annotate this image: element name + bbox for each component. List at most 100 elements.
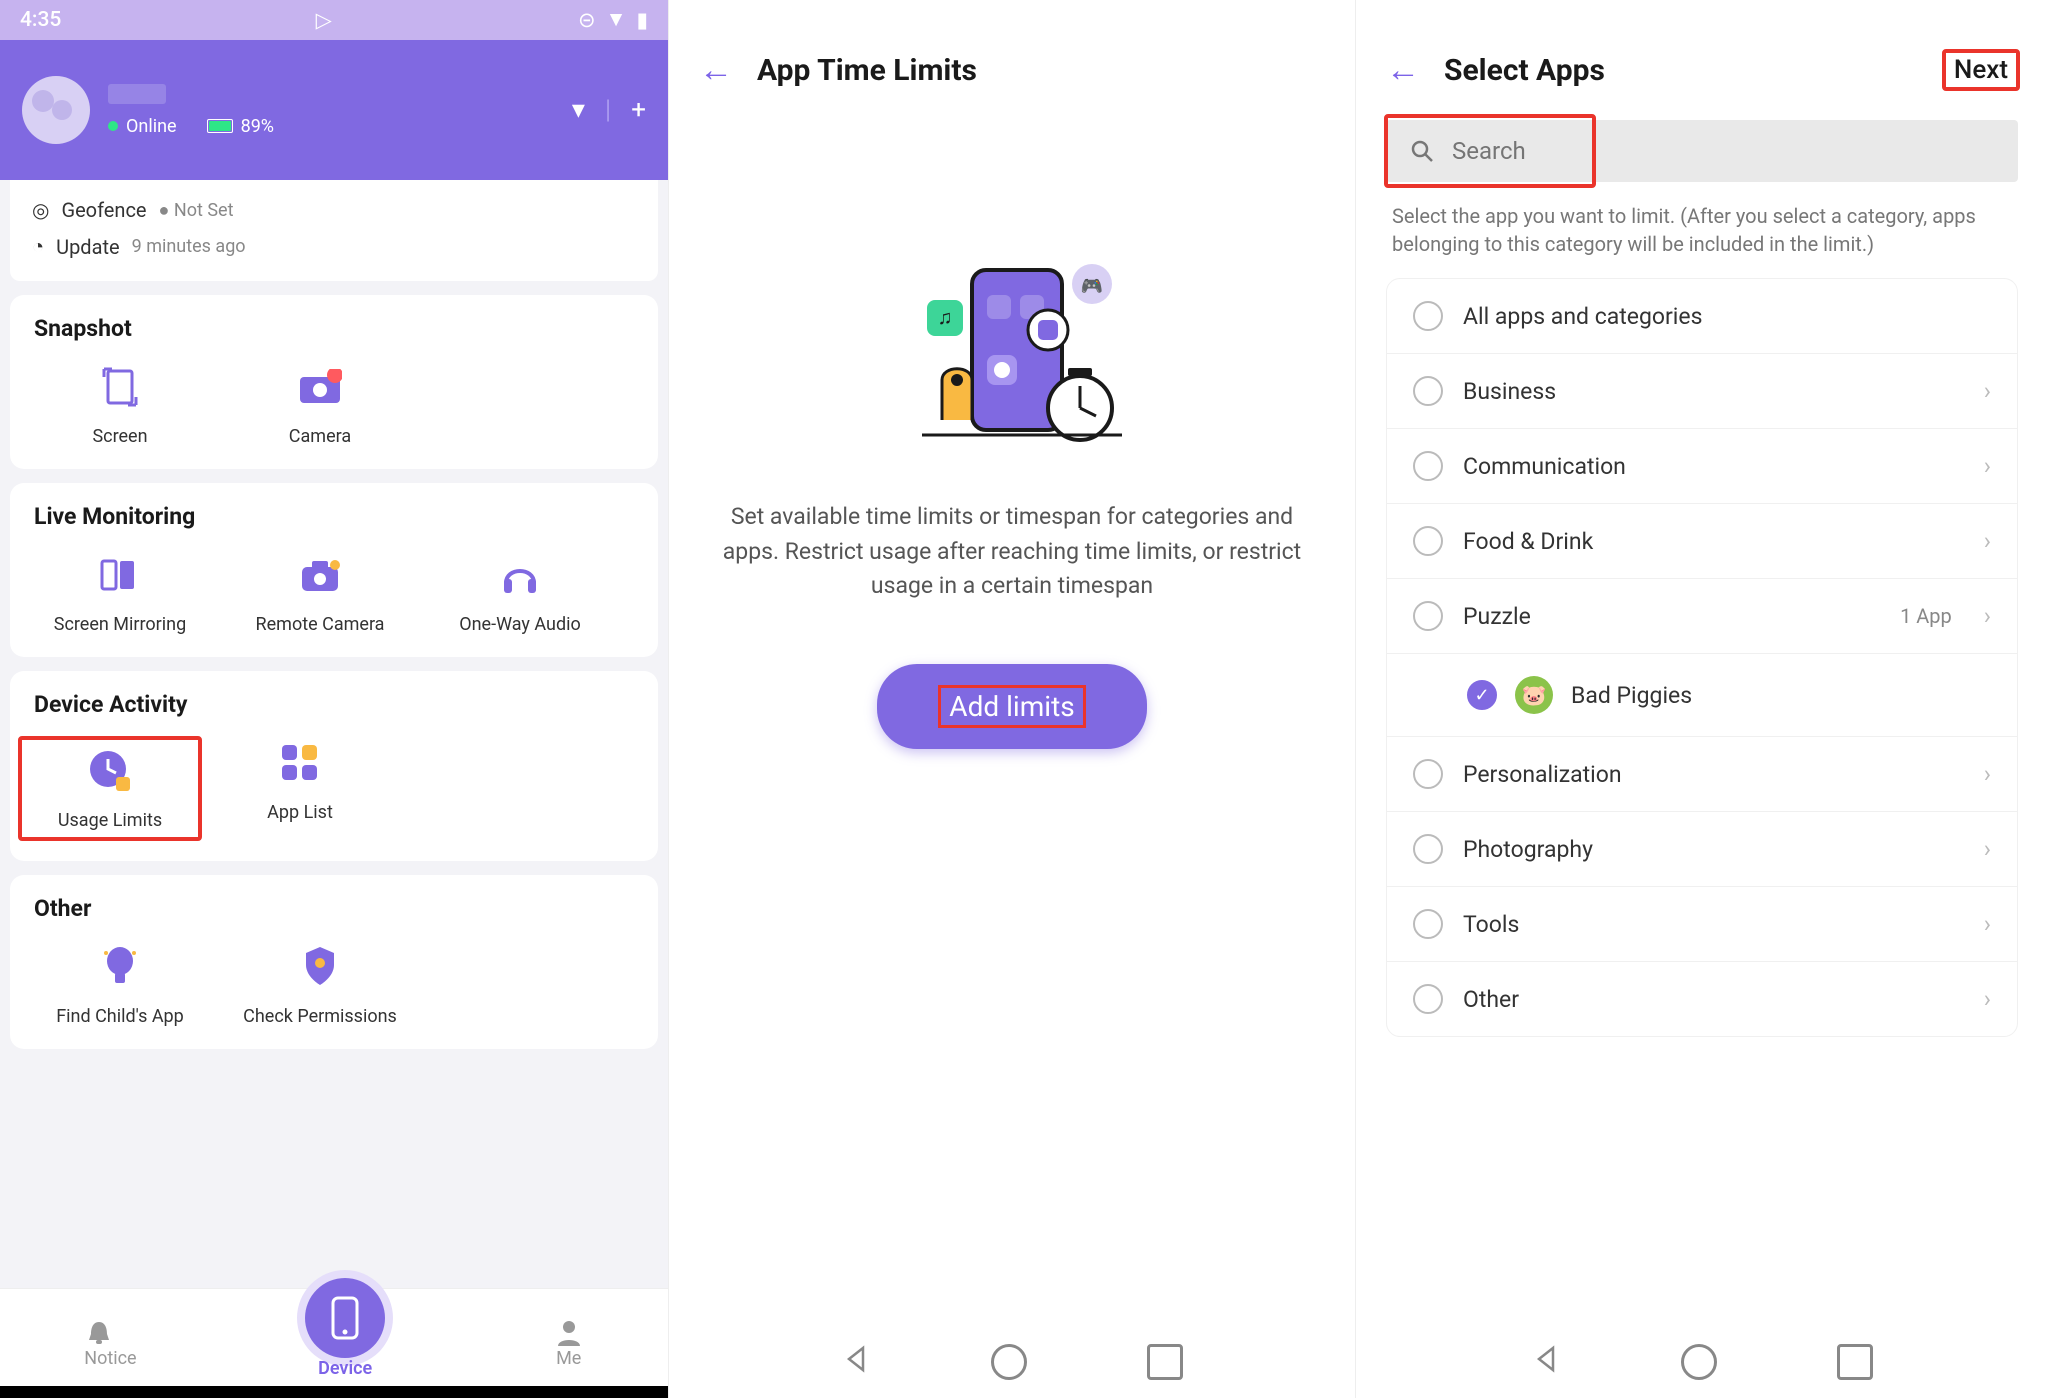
add-limits-button[interactable]: Add limits xyxy=(877,664,1146,749)
battery-percent: 89% xyxy=(241,116,274,137)
description: Set available time limits or timespan fo… xyxy=(669,500,1355,604)
device-dashboard-screen: 4:35 ▷ ⊝ ▼ ▮ Online 89% ▾ | + ◎ xyxy=(0,0,668,1398)
gesture-bar xyxy=(0,1386,668,1398)
remote-camera[interactable]: Remote Camera xyxy=(220,550,420,635)
illustration: ♫ 🎮 xyxy=(872,240,1152,460)
update-label: Update xyxy=(56,235,120,259)
avatar[interactable] xyxy=(22,76,90,144)
card-title: Snapshot xyxy=(20,315,648,342)
chevron-right-icon: › xyxy=(1984,910,1991,938)
app-list[interactable]: App List xyxy=(200,738,400,839)
profile-header: Online 89% ▾ | + xyxy=(0,40,668,180)
select-apps-screen: ← Select Apps Next Select the app you wa… xyxy=(1356,0,2048,1398)
geofence-row[interactable]: ◎ Geofence ● Not Set xyxy=(32,192,636,228)
chevron-right-icon: › xyxy=(1984,602,1991,630)
row-tools[interactable]: Tools › xyxy=(1387,887,2017,962)
snapshot-camera[interactable]: Camera xyxy=(220,362,420,447)
profile-name-placeholder xyxy=(108,84,166,104)
svg-text:🎮: 🎮 xyxy=(1081,276,1103,297)
dropdown-icon[interactable]: ▾ xyxy=(572,95,585,125)
find-childs-app[interactable]: Find Child's App xyxy=(20,942,220,1027)
svg-text:♫: ♫ xyxy=(938,305,953,329)
update-row[interactable]: ◔ Update 9 minutes ago xyxy=(32,228,636,265)
search-input[interactable] xyxy=(1452,137,1994,165)
back-arrow-icon[interactable]: ← xyxy=(699,50,733,90)
row-personalization[interactable]: Personalization › xyxy=(1387,737,2017,812)
headphones-icon xyxy=(500,555,540,595)
check-permissions[interactable]: Check Permissions xyxy=(220,942,420,1027)
sys-recents-icon[interactable] xyxy=(1147,1344,1183,1380)
device-activity-card: Device Activity Usage Limits App List xyxy=(10,671,658,861)
nav-device[interactable]: Device xyxy=(305,1308,385,1379)
chevron-right-icon: › xyxy=(1984,377,1991,405)
radio-icon[interactable] xyxy=(1413,526,1443,556)
back-arrow-icon[interactable]: ← xyxy=(1386,50,1420,90)
add-icon[interactable]: + xyxy=(631,95,646,125)
hint-text: Select the app you want to limit. (After… xyxy=(1356,182,2048,278)
radio-icon[interactable] xyxy=(1413,834,1443,864)
one-way-audio[interactable]: One-Way Audio xyxy=(420,550,620,635)
radio-icon[interactable] xyxy=(1413,451,1443,481)
row-business[interactable]: Business › xyxy=(1387,354,2017,429)
sys-home-icon[interactable] xyxy=(1681,1344,1717,1380)
page-title: Select Apps xyxy=(1444,53,1605,88)
battery-level-icon xyxy=(207,119,233,133)
play-icon: ▷ xyxy=(316,8,332,33)
update-time: 9 minutes ago xyxy=(132,236,246,257)
radio-icon[interactable] xyxy=(1413,376,1443,406)
card-title: Other xyxy=(20,895,648,922)
row-communication[interactable]: Communication › xyxy=(1387,429,2017,504)
system-nav xyxy=(1356,1344,2048,1380)
usage-limits-icon xyxy=(88,749,132,793)
card-title: Live Monitoring xyxy=(20,503,648,530)
other-card: Other Find Child's App Check Permissions xyxy=(10,875,658,1049)
search-field[interactable] xyxy=(1386,120,2018,182)
lightbulb-icon xyxy=(100,945,140,989)
nav-me[interactable]: Me xyxy=(554,1318,584,1369)
row-food-drink[interactable]: Food & Drink › xyxy=(1387,504,2017,579)
person-icon xyxy=(554,1318,584,1348)
app-time-limits-screen: ← App Time Limits ♫ 🎮 Set available time… xyxy=(668,0,1356,1398)
wifi-icon: ▼ xyxy=(606,8,627,32)
sys-recents-icon[interactable] xyxy=(1837,1344,1873,1380)
row-bad-piggies[interactable]: ✓ 🐷 Bad Piggies xyxy=(1387,654,2017,737)
sys-back-icon[interactable] xyxy=(1531,1344,1561,1380)
geofence-icon: ◎ xyxy=(32,198,49,222)
radio-icon[interactable] xyxy=(1413,909,1443,939)
sys-home-icon[interactable] xyxy=(991,1344,1027,1380)
online-dot-icon xyxy=(108,121,118,131)
bell-icon xyxy=(84,1318,114,1348)
radio-icon[interactable] xyxy=(1413,301,1443,331)
system-nav xyxy=(669,1344,1355,1380)
geofence-label: Geofence xyxy=(61,198,146,222)
live-monitoring-card: Live Monitoring Screen Mirroring Remote … xyxy=(10,483,658,657)
next-button[interactable]: Next xyxy=(1944,51,2018,89)
nav-notice[interactable]: Notice xyxy=(84,1318,136,1369)
shield-icon xyxy=(302,945,338,989)
radio-icon[interactable] xyxy=(1413,984,1443,1014)
row-puzzle[interactable]: Puzzle 1 App › xyxy=(1387,579,2017,654)
radio-checked-icon[interactable]: ✓ xyxy=(1467,680,1497,710)
bottom-nav: Notice Device Me xyxy=(0,1288,668,1398)
chevron-right-icon: › xyxy=(1984,452,1991,480)
usage-limits[interactable]: Usage Limits xyxy=(20,738,200,839)
chevron-right-icon: › xyxy=(1984,835,1991,863)
clock-icon: ◔ xyxy=(32,234,44,259)
sys-back-icon[interactable] xyxy=(841,1344,871,1380)
row-other[interactable]: Other › xyxy=(1387,962,2017,1036)
app-list-icon xyxy=(280,743,320,783)
header: ← App Time Limits xyxy=(669,0,1355,120)
remote-camera-icon xyxy=(298,557,342,593)
screen-icon xyxy=(100,367,140,407)
card-title: Device Activity xyxy=(20,691,648,718)
screen-mirroring[interactable]: Screen Mirroring xyxy=(20,550,220,635)
radio-icon[interactable] xyxy=(1413,601,1443,631)
snapshot-screen[interactable]: Screen xyxy=(20,362,220,447)
status-bar: 4:35 ▷ ⊝ ▼ ▮ xyxy=(0,0,668,40)
radio-icon[interactable] xyxy=(1413,759,1443,789)
row-all-apps[interactable]: All apps and categories xyxy=(1387,279,2017,354)
geofence-status: ● Not Set xyxy=(159,200,234,221)
row-photography[interactable]: Photography › xyxy=(1387,812,2017,887)
battery-icon: ▮ xyxy=(636,8,648,33)
bad-piggies-app-icon: 🐷 xyxy=(1515,676,1553,714)
